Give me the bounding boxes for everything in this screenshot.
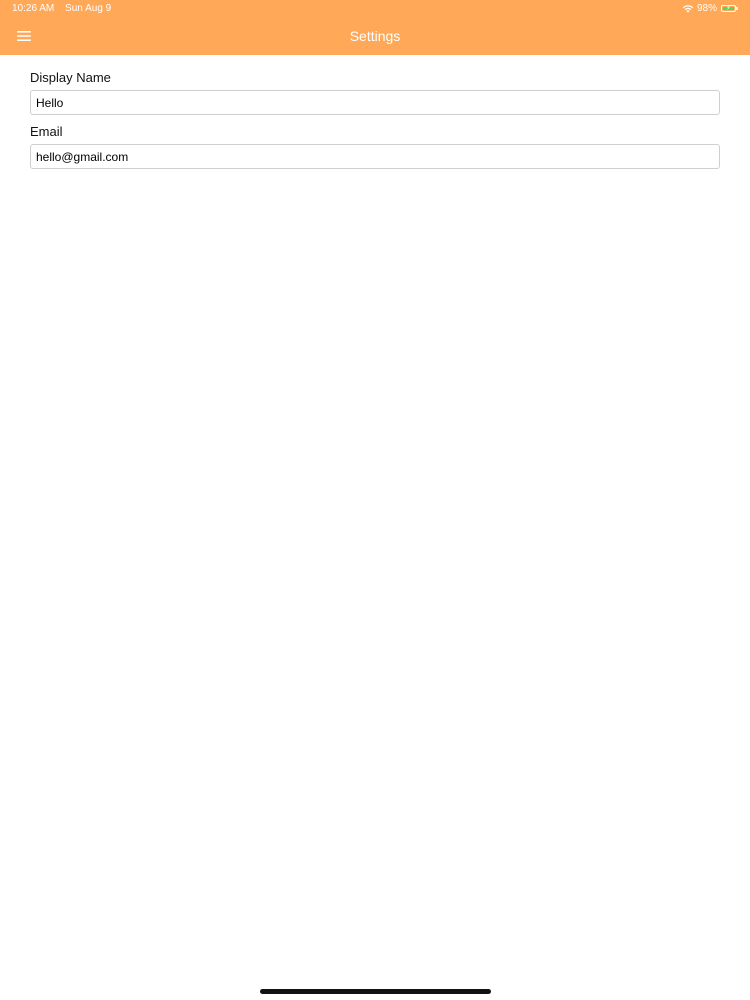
home-indicator[interactable] — [260, 989, 491, 994]
display-name-field[interactable] — [30, 90, 720, 115]
navigation-bar: Settings — [0, 18, 750, 55]
header: 10:26 AM Sun Aug 9 98% ⚡ Settings — [0, 0, 750, 55]
charging-bolt-icon: ⚡ — [726, 5, 731, 12]
status-left: 10:26 AM Sun Aug 9 — [12, 3, 111, 14]
settings-form: Display Name Email — [30, 55, 720, 169]
status-date: Sun Aug 9 — [65, 3, 112, 14]
display-name-label: Display Name — [30, 70, 111, 85]
settings-screen: 10:26 AM Sun Aug 9 98% ⚡ Settings Displa… — [0, 0, 750, 1000]
email-field[interactable] — [30, 144, 720, 169]
page-title: Settings — [349, 28, 401, 44]
battery-icon: ⚡ — [721, 5, 738, 12]
status-right: 98% ⚡ — [682, 3, 738, 14]
status-bar: 10:26 AM Sun Aug 9 98% ⚡ — [0, 0, 750, 18]
email-label: Email — [30, 124, 63, 139]
status-time: 10:26 AM — [12, 3, 55, 14]
wifi-icon — [682, 5, 694, 13]
battery-percentage: 98% — [696, 3, 717, 14]
